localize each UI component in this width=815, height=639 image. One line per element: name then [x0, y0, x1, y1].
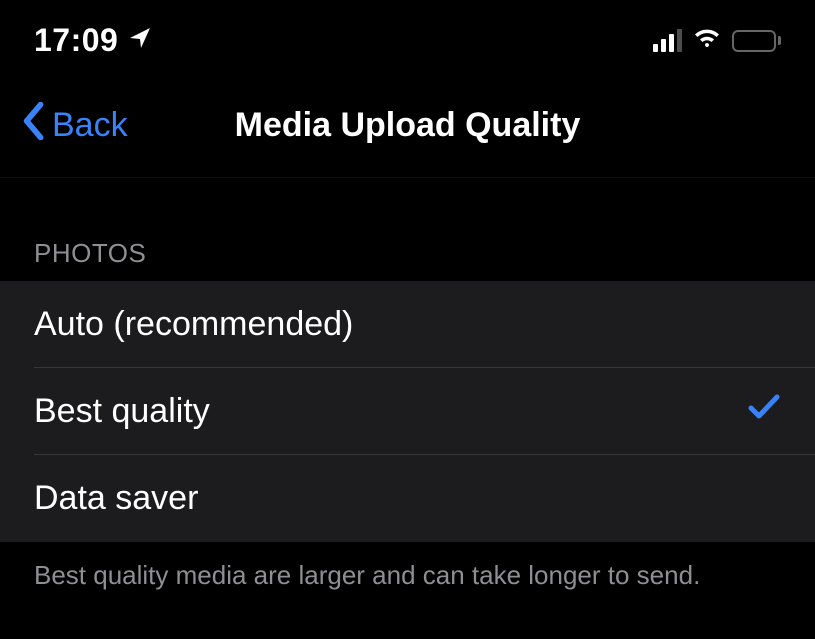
check-icon [747, 392, 781, 431]
back-button[interactable]: Back [20, 102, 128, 149]
section-header-photos: Photos [0, 178, 815, 281]
status-right [653, 27, 781, 54]
chevron-left-icon [20, 102, 46, 149]
section-footer: Best quality media are larger and can ta… [0, 542, 815, 609]
back-label: Back [52, 106, 128, 145]
options-list: Auto (recommended) Best quality Data sav… [0, 281, 815, 542]
option-label: Best quality [34, 392, 210, 431]
option-label: Data saver [34, 479, 198, 518]
status-bar: 17:09 [0, 0, 815, 77]
option-label: Auto (recommended) [34, 305, 353, 344]
status-time: 17:09 [34, 22, 118, 59]
battery-icon [732, 30, 781, 52]
location-icon [128, 26, 152, 55]
option-data-saver[interactable]: Data saver [0, 455, 815, 542]
cellular-signal-icon [653, 29, 682, 52]
option-auto[interactable]: Auto (recommended) [0, 281, 815, 368]
option-best-quality[interactable]: Best quality [0, 368, 815, 455]
wifi-icon [692, 27, 722, 54]
status-left: 17:09 [34, 22, 152, 59]
nav-bar: Back Media Upload Quality [0, 77, 815, 178]
